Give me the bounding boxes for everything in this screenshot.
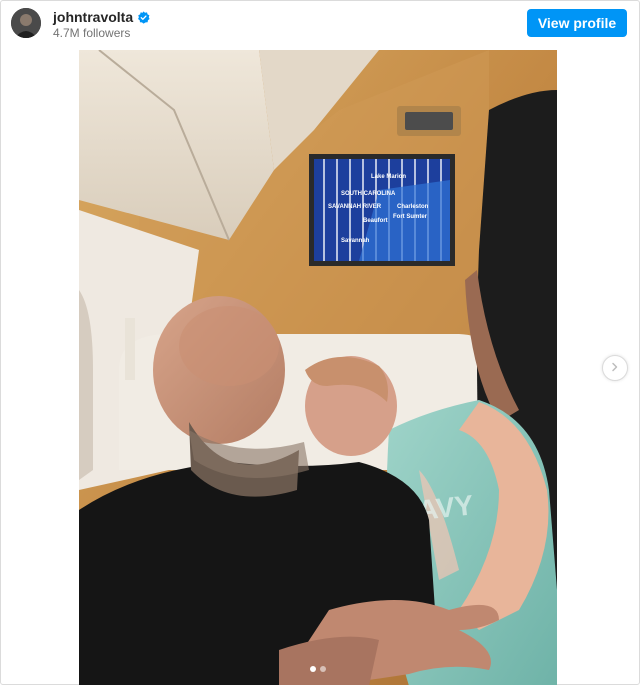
map-label-charleston: Charleston	[397, 204, 429, 210]
map-label-fort-sumter: Fort Sumter	[393, 214, 428, 220]
view-profile-button[interactable]: View profile	[527, 9, 627, 37]
map-label-lake-marion: Lake Marion	[371, 174, 406, 180]
map-label-state: SOUTH CAROLINA	[341, 191, 396, 197]
carousel-indicator	[310, 666, 326, 672]
map-label-beaufort: Beaufort	[363, 218, 388, 224]
map-label-savannah: Savannah	[341, 238, 370, 244]
chevron-right-icon	[610, 359, 620, 377]
username[interactable]: johntravolta	[53, 9, 133, 25]
post-header: johntravolta 4.7M followers View profile	[1, 1, 640, 49]
map-label-river: SAVANNAH RIVER	[328, 204, 382, 210]
verified-badge-icon	[137, 10, 150, 24]
instagram-embed: johntravolta 4.7M followers View profile	[0, 0, 640, 685]
carousel-next-button[interactable]	[602, 355, 628, 381]
carousel-dot-2	[320, 666, 326, 672]
post-photo[interactable]: Lake Marion SOUTH CAROLINA Charleston SA…	[79, 50, 557, 685]
username-row: johntravolta	[53, 9, 150, 25]
followers-count: 4.7M followers	[53, 26, 131, 40]
carousel-dot-1	[310, 666, 316, 672]
profile-avatar[interactable]	[11, 8, 41, 38]
